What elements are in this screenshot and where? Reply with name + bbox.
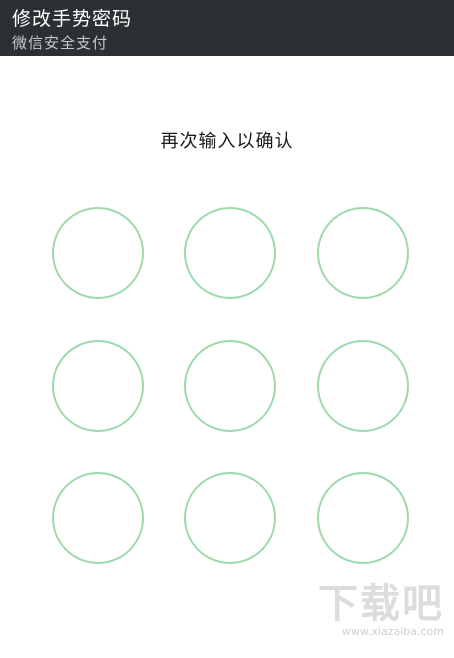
pattern-dot-9[interactable] — [317, 472, 409, 564]
pattern-dot-2[interactable] — [184, 207, 276, 299]
pattern-dot-4[interactable] — [52, 340, 144, 432]
pattern-dot-3[interactable] — [317, 207, 409, 299]
pattern-dot-6[interactable] — [317, 340, 409, 432]
gesture-pattern-grid[interactable] — [0, 0, 454, 658]
pattern-dot-8[interactable] — [184, 472, 276, 564]
pattern-dot-5[interactable] — [184, 340, 276, 432]
pattern-dot-1[interactable] — [52, 207, 144, 299]
pattern-dot-7[interactable] — [52, 472, 144, 564]
